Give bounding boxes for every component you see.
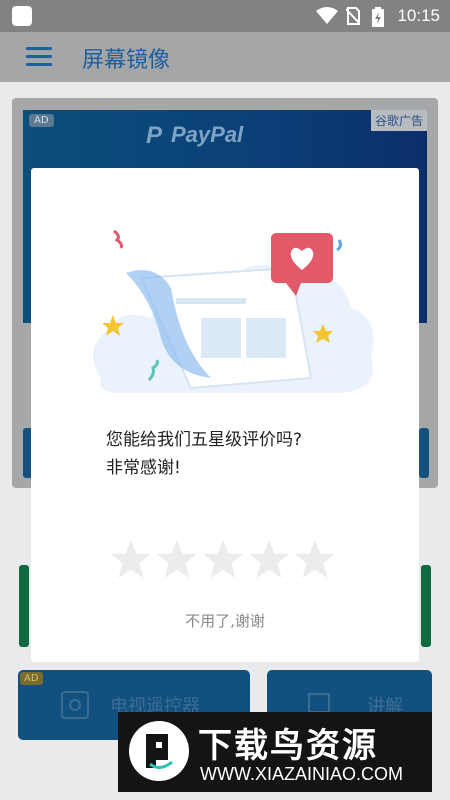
clock: 10:15 — [397, 6, 440, 25]
rating-dialog: 您能给我们五星级评价吗? 非常感谢! 不用了,谢谢 — [31, 168, 419, 662]
page-title: 屏幕镜像 — [82, 48, 171, 73]
side-green-left[interactable] — [19, 565, 29, 647]
star-icon-4[interactable] — [247, 538, 291, 582]
rating-prompt-line1: 您能给我们五星级评价吗? — [106, 430, 303, 450]
star-icon-5[interactable] — [293, 538, 337, 582]
rating-prompt: 您能给我们五星级评价吗? 非常感谢! — [106, 426, 366, 482]
side-button-right[interactable] — [419, 428, 429, 478]
ad-tag: 谷歌广告 — [370, 110, 427, 131]
bird-logo-icon — [129, 721, 189, 781]
status-bar: 10:15 — [0, 0, 450, 32]
no-sim-icon — [346, 7, 360, 25]
star-rating[interactable] — [109, 538, 344, 582]
hamburger-menu-icon[interactable] — [26, 47, 52, 67]
notification-icon — [12, 6, 32, 26]
star-icon-1[interactable] — [109, 538, 153, 582]
battery-icon — [372, 7, 384, 27]
wifi-icon — [316, 7, 338, 24]
ad-brand: PayPal — [171, 122, 244, 147]
remote-icon — [61, 691, 89, 719]
watermark-url: WWW.XIAZAINIAO.COM — [200, 764, 403, 784]
ad-badge: AD — [29, 114, 54, 127]
app-bar: 屏幕镜像 — [0, 32, 450, 82]
watermark: 下载鸟资源 WWW.XIAZAINIAO.COM — [118, 712, 432, 792]
rating-prompt-line2: 非常感谢! — [106, 458, 181, 478]
paypal-logo-icon: P — [146, 122, 163, 149]
review-illustration — [93, 229, 374, 393]
star-icon-2[interactable] — [155, 538, 199, 582]
star-icon-3[interactable] — [201, 538, 245, 582]
dismiss-button[interactable]: 不用了,谢谢 — [31, 610, 419, 631]
ad-badge: AD — [20, 672, 43, 685]
side-green-right[interactable] — [421, 565, 431, 647]
watermark-text: 下载鸟资源 — [198, 726, 378, 766]
